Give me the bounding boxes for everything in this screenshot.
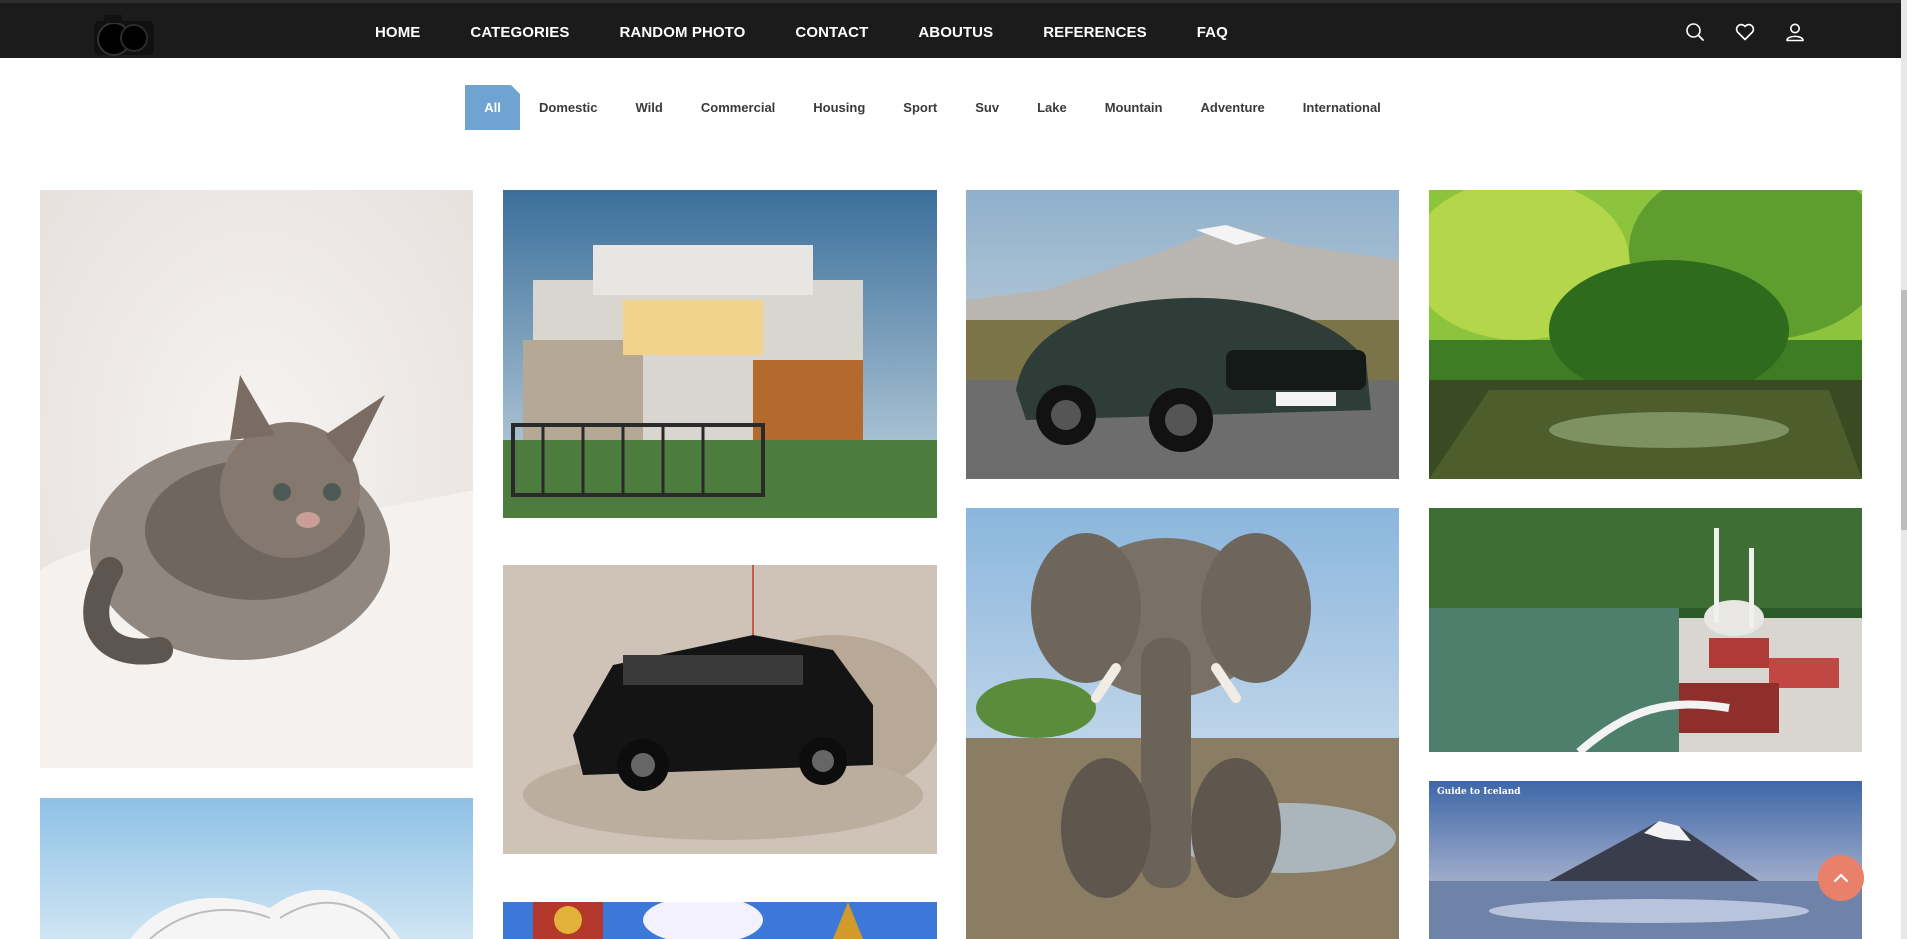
photo-modern-building[interactable] [40,798,473,939]
photo-caption: Guide to Iceland [1437,787,1521,797]
user-icon[interactable] [1784,21,1806,43]
heart-icon[interactable] [1734,21,1756,43]
nav-aboutus[interactable]: ABOUTUS [918,24,993,41]
nav-faq[interactable]: FAQ [1197,24,1228,41]
photo-iceland-mountain[interactable]: Guide to Iceland [1429,781,1862,939]
filter-sport[interactable]: Sport [884,85,956,130]
filter-domestic[interactable]: Domestic [520,85,617,130]
chevron-up-icon [1833,873,1849,883]
filter-suv[interactable]: Suv [956,85,1018,130]
photo-modern-house[interactable] [503,190,937,518]
filter-wild[interactable]: Wild [617,85,682,130]
filter-international[interactable]: International [1284,85,1400,130]
filter-commercial[interactable]: Commercial [682,85,794,130]
filter-housing[interactable]: Housing [794,85,884,130]
nav-contact[interactable]: CONTACT [795,24,868,41]
scroll-to-top-button[interactable] [1818,855,1864,901]
search-icon[interactable] [1684,21,1706,43]
photo-suv-desert[interactable] [503,565,937,854]
photo-kitten[interactable] [40,190,473,768]
header-icons [1684,3,1806,61]
filter-adventure[interactable]: Adventure [1181,85,1283,130]
filter-all[interactable]: All [465,85,520,130]
photo-jungle-river[interactable] [1429,190,1862,479]
nav-categories[interactable]: CATEGORIES [470,24,569,41]
scrollbar-thumb[interactable] [1901,290,1907,530]
main-nav: HOME CATEGORIES RANDOM PHOTO CONTACT ABO… [375,3,1228,61]
nav-references[interactable]: REFERENCES [1043,24,1147,41]
camera-logo[interactable] [86,11,162,57]
nav-random-photo[interactable]: RANDOM PHOTO [619,24,745,41]
photo-temple-statue[interactable] [503,902,937,939]
filter-mountain[interactable]: Mountain [1086,85,1182,130]
category-filter-bar: All Domestic Wild Commercial Housing Spo… [465,85,1400,130]
photo-elephants[interactable] [966,508,1399,939]
top-navbar: HOME CATEGORIES RANDOM PHOTO CONTACT ABO… [0,0,1907,58]
filter-lake[interactable]: Lake [1018,85,1086,130]
photo-lake-village[interactable] [1429,508,1862,752]
photo-sports-car[interactable] [966,190,1399,479]
nav-home[interactable]: HOME [375,24,420,41]
page-scrollbar[interactable] [1901,0,1907,939]
